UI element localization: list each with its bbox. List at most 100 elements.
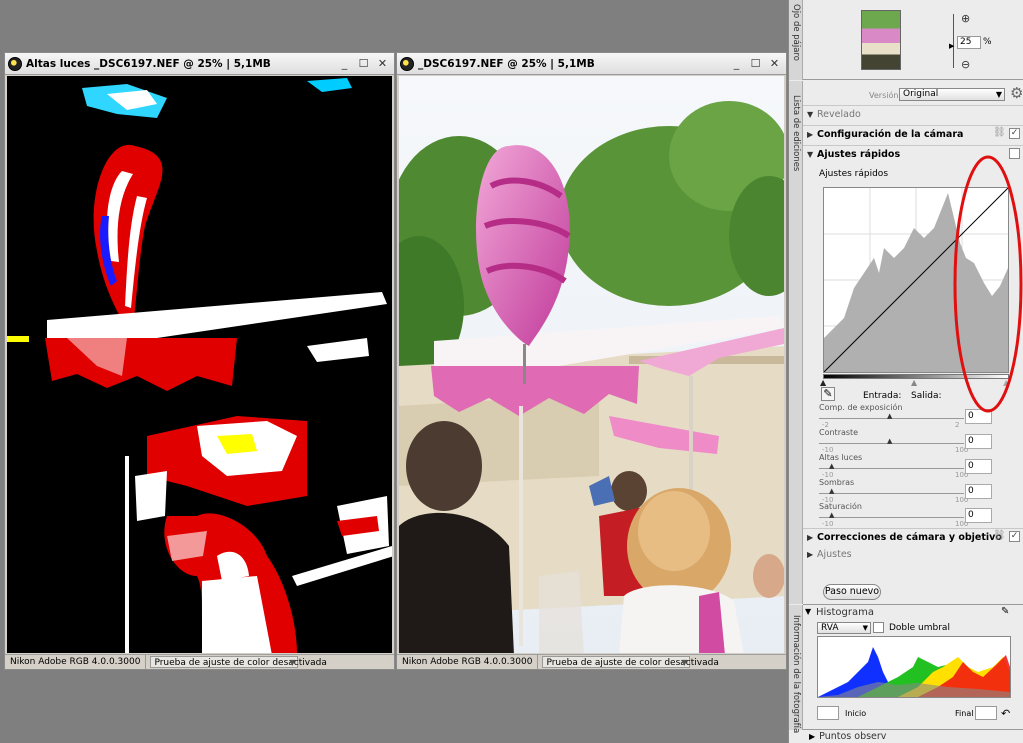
camera-config-section[interactable]: ▶ Configuración de la cámara — [803, 125, 1023, 142]
highlights-input[interactable]: 0 — [965, 459, 992, 474]
start-label: Inicio — [845, 709, 867, 718]
version-select[interactable]: Original ▼ — [899, 88, 1005, 101]
end-label: Final — [955, 709, 974, 718]
reset-icon[interactable]: ↶ — [1001, 707, 1010, 720]
photo-info-tab[interactable]: Información de la fotografía — [789, 605, 803, 733]
exposure-label: Comp. de exposición — [819, 403, 903, 412]
zoom-in-icon[interactable]: ⊕ — [961, 12, 970, 25]
rgb-histogram[interactable] — [817, 636, 1011, 698]
soft-proof-label: Prueba de ajuste de color desactivada — [154, 658, 327, 668]
highlights-label: Altas luces — [819, 453, 863, 462]
soft-proof-dropdown[interactable]: Prueba de ajuste de color desactivada ▼ — [542, 656, 719, 668]
highlights-image[interactable] — [7, 76, 392, 653]
window-statusbar: Nikon Adobe RGB 4.0.0.3000 Prueba de aju… — [397, 654, 786, 669]
collapse-triangle-icon[interactable]: ▼ — [805, 607, 811, 616]
editlist-tab-label: Lista de ediciones — [791, 95, 801, 172]
zoom-slider[interactable] — [953, 14, 954, 68]
close-button[interactable]: ✕ — [767, 56, 782, 71]
dropdown-arrow-icon: ▼ — [862, 624, 868, 632]
camera-config-checkbox[interactable]: ✓ — [1009, 128, 1020, 139]
expand-triangle-icon: ▶ — [807, 532, 814, 542]
shadows-slider-knob[interactable]: ▲ — [829, 487, 834, 495]
highlights-slider-knob[interactable]: ▲ — [829, 462, 834, 470]
expand-triangle-icon: ▶ — [807, 129, 814, 139]
collapse-triangle-icon: ▼ — [807, 149, 814, 159]
contrast-slider-knob[interactable]: ▲ — [887, 437, 892, 445]
maximize-button[interactable]: ☐ — [356, 56, 371, 71]
histogram-panel: ▼ Histograma ✎ RVA ▼ Doble umbral Inicio… — [803, 604, 1023, 730]
fair-photo — [399, 76, 784, 653]
saturation-slider[interactable] — [819, 517, 964, 518]
histogram-title: Histograma — [816, 607, 875, 618]
link-icon[interactable]: ⛓ — [993, 127, 1006, 138]
contrast-input[interactable]: 0 — [965, 434, 992, 449]
eyedropper-icon[interactable]: ✎ — [1001, 606, 1009, 617]
window-statusbar: Nikon Adobe RGB 4.0.0.3000 Prueba de aju… — [5, 654, 394, 669]
watch-points-section[interactable]: ▶ Puntos observ — [803, 729, 1023, 743]
collapse-triangle-icon: ▼ — [807, 109, 814, 119]
birdseye-panel: ⊕ ▶ 25 % ⊖ — [803, 0, 1023, 80]
corrections-section[interactable]: ▶ Correcciones de cámara y objetivo — [803, 528, 1023, 545]
version-value: Original — [903, 89, 939, 99]
maximize-button[interactable]: ☐ — [748, 56, 763, 71]
midpoint-marker-icon[interactable]: ▲ — [911, 378, 917, 387]
channel-select[interactable]: RVA ▼ — [817, 622, 871, 634]
editlist-tab[interactable]: Lista de ediciones — [789, 81, 803, 604]
capture-nx-icon — [400, 56, 414, 71]
highlights-slider[interactable] — [819, 468, 964, 469]
corrections-label: Correcciones de cámara y objetivo — [817, 531, 1002, 543]
window-title: Altas luces _DSC6197.NEF @ 25% | 5,1MB — [26, 57, 271, 70]
birdseye-thumbnail[interactable] — [861, 10, 901, 70]
ajustes-label: Ajustes — [817, 549, 852, 560]
shadows-slider[interactable] — [819, 493, 964, 494]
window-titlebar[interactable]: _DSC6197.NEF @ 25% | 5,1MB _ ☐ ✕ — [397, 53, 786, 75]
exposure-max: 2 — [955, 421, 960, 429]
annotation-circle — [953, 155, 1023, 413]
link-icon[interactable]: ⛓ — [993, 530, 1006, 541]
soft-proof-dropdown[interactable]: Prueba de ajuste de color desactivada ▼ — [150, 656, 327, 668]
exposure-slider-knob[interactable]: ▲ — [887, 412, 892, 420]
double-threshold-checkbox[interactable] — [873, 622, 884, 633]
highlights-photo — [7, 76, 392, 653]
eyedropper-icon[interactable]: ✎ — [821, 387, 835, 401]
shadows-label: Sombras — [819, 478, 855, 487]
ajustes-section[interactable]: ▶ Ajustes — [803, 546, 1023, 563]
photo-image[interactable] — [399, 76, 784, 653]
camera-config-label: Configuración de la cámara — [817, 128, 964, 140]
birdseye-tab[interactable]: Ojo de pájaro — [789, 0, 803, 80]
zoom-input[interactable]: 25 — [957, 36, 981, 49]
color-profile-label: Nikon Adobe RGB 4.0.0.3000 — [5, 655, 147, 669]
watch-points-label: Puntos observ — [819, 731, 887, 742]
minimize-button[interactable]: _ — [337, 56, 352, 71]
end-input[interactable] — [975, 706, 997, 720]
new-step-button[interactable]: Paso nuevo — [823, 584, 881, 600]
input-label: Entrada: — [863, 391, 902, 401]
side-panel: Ojo de pájaro Lista de ediciones Informa… — [788, 0, 1023, 743]
start-input[interactable] — [817, 706, 839, 720]
window-titlebar[interactable]: Altas luces _DSC6197.NEF @ 25% | 5,1MB _… — [5, 53, 394, 75]
expand-triangle-icon: ▶ — [809, 732, 816, 741]
zoom-out-icon[interactable]: ⊖ — [961, 58, 970, 71]
image-window-photo[interactable]: _DSC6197.NEF @ 25% | 5,1MB _ ☐ ✕ Nikon A… — [396, 52, 787, 670]
close-button[interactable]: ✕ — [375, 56, 390, 71]
black-point-marker-icon[interactable]: ▲ — [820, 378, 826, 387]
shadows-input[interactable]: 0 — [965, 484, 992, 499]
saturation-slider-knob[interactable]: ▲ — [829, 511, 834, 519]
rgb-histogram-plot — [818, 647, 1010, 697]
quick-adjust-sublabel: Ajustes rápidos — [819, 169, 889, 179]
output-label: Salida: — [911, 391, 942, 401]
saturation-input[interactable]: 0 — [965, 508, 992, 523]
edit-list-panel: Versión Original ▼ ⚙ ▼ Revelado ▶ Config… — [803, 81, 1023, 604]
revelado-section[interactable]: ▼ Revelado — [803, 105, 1023, 122]
saturation-min: -10 — [822, 520, 834, 528]
minimize-button[interactable]: _ — [729, 56, 744, 71]
corrections-checkbox[interactable]: ✓ — [1009, 531, 1020, 542]
dropdown-arrow-icon: ▼ — [289, 658, 296, 667]
zoom-unit: % — [983, 37, 992, 47]
zoom-slider-arrow-icon: ▶ — [949, 42, 955, 50]
image-window-highlights[interactable]: Altas luces _DSC6197.NEF @ 25% | 5,1MB _… — [4, 52, 395, 670]
dropdown-arrow-icon: ▼ — [681, 658, 688, 667]
soft-proof-label: Prueba de ajuste de color desactivada — [546, 658, 719, 668]
double-threshold-label: Doble umbral — [889, 623, 950, 633]
gear-icon[interactable]: ⚙ — [1010, 84, 1023, 102]
